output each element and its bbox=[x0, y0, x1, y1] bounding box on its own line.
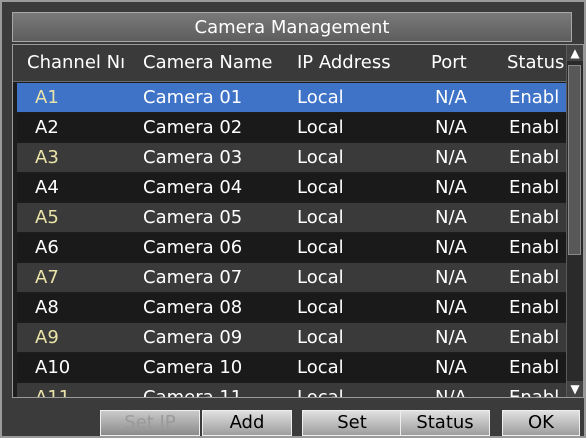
button-bar: Set IP Add Set Status OK bbox=[12, 402, 584, 436]
camera-table: Channel Nı Camera Name IP Address Port S… bbox=[12, 44, 584, 398]
ok-button[interactable]: OK bbox=[502, 410, 580, 436]
table-row[interactable]: A9 Camera 09 Local N/A Enabl bbox=[17, 323, 567, 352]
camera-name-cell: Camera 11 bbox=[143, 387, 243, 398]
dialog-title: Camera Management bbox=[194, 17, 390, 38]
column-header-camera-name[interactable]: Camera Name bbox=[143, 52, 291, 73]
channel-cell: A4 bbox=[35, 177, 59, 198]
channel-cell: A10 bbox=[35, 357, 71, 378]
scrollbar-thumb[interactable] bbox=[568, 65, 581, 255]
table-row[interactable]: A1 Camera 01 Local N/A Enabl bbox=[17, 83, 567, 112]
ip-address-cell: Local bbox=[297, 297, 344, 318]
port-cell: N/A bbox=[435, 387, 467, 398]
vertical-scrollbar[interactable]: ▲ ▼ bbox=[566, 45, 583, 397]
table-row[interactable]: A10 Camera 10 Local N/A Enabl bbox=[17, 353, 567, 382]
table-row[interactable]: A7 Camera 07 Local N/A Enabl bbox=[17, 263, 567, 292]
channel-cell: A3 bbox=[35, 147, 59, 168]
column-header-port[interactable]: Port bbox=[431, 52, 491, 73]
ip-address-cell: Local bbox=[297, 177, 344, 198]
table-row[interactable]: A11 Camera 11 Local N/A Enabl bbox=[17, 383, 567, 398]
camera-name-cell: Camera 04 bbox=[143, 177, 243, 198]
status-cell: Enabl bbox=[509, 177, 560, 198]
column-header-channel[interactable]: Channel Nı bbox=[27, 52, 135, 73]
port-cell: N/A bbox=[435, 207, 467, 228]
status-cell: Enabl bbox=[509, 267, 560, 288]
port-cell: N/A bbox=[435, 117, 467, 138]
chevron-down-icon[interactable]: ▼ bbox=[567, 381, 583, 397]
port-cell: N/A bbox=[435, 177, 467, 198]
table-row[interactable]: A3 Camera 03 Local N/A Enabl bbox=[17, 143, 567, 172]
chevron-up-icon[interactable]: ▲ bbox=[567, 45, 583, 61]
table-header: Channel Nı Camera Name IP Address Port S… bbox=[13, 45, 568, 82]
ip-address-cell: Local bbox=[297, 207, 344, 228]
channel-cell: A7 bbox=[35, 267, 59, 288]
port-cell: N/A bbox=[435, 267, 467, 288]
camera-name-cell: Camera 06 bbox=[143, 237, 243, 258]
port-cell: N/A bbox=[435, 147, 467, 168]
set-ip-button[interactable]: Set IP bbox=[100, 410, 200, 436]
ip-address-cell: Local bbox=[297, 267, 344, 288]
channel-cell: A9 bbox=[35, 327, 59, 348]
camera-name-cell: Camera 03 bbox=[143, 147, 243, 168]
camera-name-cell: Camera 02 bbox=[143, 117, 243, 138]
column-header-ip-address[interactable]: IP Address bbox=[297, 52, 417, 73]
ip-address-cell: Local bbox=[297, 327, 344, 348]
table-row[interactable]: A5 Camera 05 Local N/A Enabl bbox=[17, 203, 567, 232]
channel-cell: A2 bbox=[35, 117, 59, 138]
status-cell: Enabl bbox=[509, 357, 560, 378]
status-cell: Enabl bbox=[509, 207, 560, 228]
camera-management-dialog: Camera Management Channel Nı Camera Name… bbox=[0, 0, 586, 438]
ip-address-cell: Local bbox=[297, 147, 344, 168]
camera-name-cell: Camera 07 bbox=[143, 267, 243, 288]
camera-name-cell: Camera 09 bbox=[143, 327, 243, 348]
port-cell: N/A bbox=[435, 237, 467, 258]
status-cell: Enabl bbox=[509, 147, 560, 168]
channel-cell: A1 bbox=[35, 87, 59, 108]
camera-name-cell: Camera 10 bbox=[143, 357, 243, 378]
ip-address-cell: Local bbox=[297, 357, 344, 378]
status-cell: Enabl bbox=[509, 387, 560, 398]
set-button[interactable]: Set bbox=[302, 410, 402, 436]
channel-cell: A5 bbox=[35, 207, 59, 228]
status-cell: Enabl bbox=[509, 327, 560, 348]
port-cell: N/A bbox=[435, 297, 467, 318]
status-cell: Enabl bbox=[509, 117, 560, 138]
status-button[interactable]: Status bbox=[400, 410, 490, 436]
port-cell: N/A bbox=[435, 87, 467, 108]
port-cell: N/A bbox=[435, 327, 467, 348]
ip-address-cell: Local bbox=[297, 237, 344, 258]
table-row[interactable]: A6 Camera 06 Local N/A Enabl bbox=[17, 233, 567, 262]
add-button[interactable]: Add bbox=[202, 410, 292, 436]
port-cell: N/A bbox=[435, 357, 467, 378]
table-row[interactable]: A8 Camera 08 Local N/A Enabl bbox=[17, 293, 567, 322]
ip-address-cell: Local bbox=[297, 387, 344, 398]
camera-name-cell: Camera 08 bbox=[143, 297, 243, 318]
channel-cell: A6 bbox=[35, 237, 59, 258]
status-cell: Enabl bbox=[509, 87, 560, 108]
status-cell: Enabl bbox=[509, 297, 560, 318]
column-header-status[interactable]: Status bbox=[507, 52, 567, 73]
ip-address-cell: Local bbox=[297, 87, 344, 108]
channel-cell: A8 bbox=[35, 297, 59, 318]
status-cell: Enabl bbox=[509, 237, 560, 258]
channel-cell: A11 bbox=[35, 387, 71, 398]
table-row[interactable]: A2 Camera 02 Local N/A Enabl bbox=[17, 113, 567, 142]
table-row[interactable]: A4 Camera 04 Local N/A Enabl bbox=[17, 173, 567, 202]
camera-name-cell: Camera 01 bbox=[143, 87, 243, 108]
ip-address-cell: Local bbox=[297, 117, 344, 138]
camera-name-cell: Camera 05 bbox=[143, 207, 243, 228]
title-bar: Camera Management bbox=[12, 12, 572, 42]
